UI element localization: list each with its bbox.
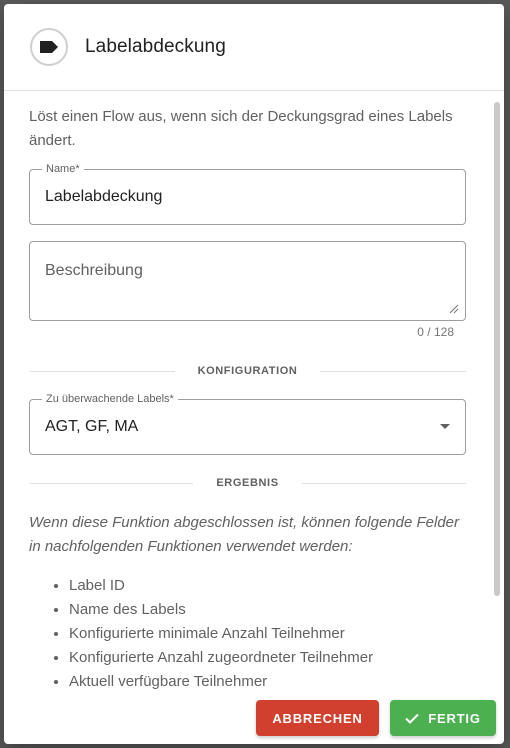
- resize-handle-icon[interactable]: [449, 304, 459, 314]
- result-field-list: Label ID Name des Labels Konfigurierte m…: [29, 574, 373, 694]
- character-counter: 0 / 128: [417, 325, 454, 339]
- list-item: Aktuell verfügbare Teilnehmer: [69, 670, 373, 694]
- done-button-label: FERTIG: [428, 710, 481, 726]
- intro-text: Löst einen Flow aus, wenn sich der Decku…: [29, 108, 453, 149]
- scrollbar-thumb[interactable]: [494, 102, 500, 596]
- result-description: Wenn diese Funktion abgeschlossen ist, k…: [29, 514, 459, 555]
- dialog: Labelabdeckung Löst einen Flow aus, wenn…: [4, 4, 504, 744]
- dialog-content[interactable]: Löst einen Flow aus, wenn sich der Decku…: [4, 91, 492, 698]
- name-field-value[interactable]: Labelabdeckung: [45, 188, 162, 206]
- dialog-footer: ABBRECHEN FERTIG: [4, 698, 504, 744]
- name-field-label: Name*: [42, 162, 84, 176]
- result-divider: ERGEBNIS: [29, 476, 467, 490]
- configuration-divider: KONFIGURATION: [29, 364, 466, 378]
- cancel-button[interactable]: ABBRECHEN: [256, 700, 379, 736]
- scrollbar[interactable]: [494, 102, 500, 698]
- list-item: Label ID: [69, 574, 373, 598]
- configuration-heading: KONFIGURATION: [197, 365, 298, 377]
- description-field[interactable]: Beschreibung: [29, 241, 466, 321]
- list-item: Name des Labels: [69, 598, 373, 622]
- check-icon: [405, 713, 419, 724]
- result-heading: ERGEBNIS: [216, 477, 279, 489]
- description-placeholder: Beschreibung: [45, 262, 143, 279]
- list-item: Konfigurierte Anzahl zugeordneter Teilne…: [69, 646, 373, 670]
- label-icon: [30, 28, 68, 66]
- done-button[interactable]: FERTIG: [390, 700, 496, 736]
- name-field[interactable]: Name* Labelabdeckung: [29, 162, 466, 225]
- list-item: Konfigurierte minimale Anzahl Teilnehmer: [69, 622, 373, 646]
- dialog-title: Labelabdeckung: [85, 36, 226, 57]
- labels-select-value: AGT, GF, MA: [45, 418, 139, 435]
- dropdown-arrow-icon[interactable]: [440, 424, 450, 429]
- labels-select-label: Zu überwachende Labels*: [42, 392, 178, 406]
- dialog-header: Labelabdeckung: [4, 4, 504, 90]
- labels-select[interactable]: Zu überwachende Labels* AGT, GF, MA: [29, 392, 466, 455]
